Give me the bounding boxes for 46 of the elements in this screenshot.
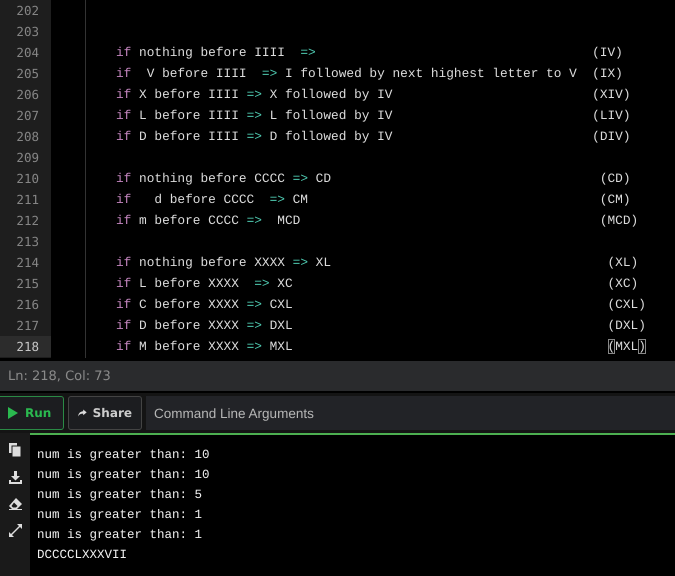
play-icon [7,406,19,420]
code-line: if C before XXXX => CXL (CXL) [116,297,646,312]
eraser-icon[interactable] [8,498,22,510]
output-line: num is greater than: 1 [37,528,202,542]
line-number: 214 [15,254,40,272]
line-number: 210 [15,170,40,188]
output-line: DCCCCLXXXVII [37,548,128,562]
line-number: 206 [15,86,40,104]
copy-icon[interactable] [9,443,21,457]
line-number: 208 [15,128,40,146]
output-line: num is greater than: 5 [37,488,202,502]
code-line: if L before XXXX => XC (XC) [116,276,638,291]
line-number: 212 [15,212,40,230]
line-number: 204 [15,44,40,62]
line-number: 205 [15,65,40,83]
line-number: 207 [15,107,40,125]
line-number: 218 [0,336,51,357]
share-button[interactable]: Share [68,396,142,430]
output-line: num is greater than: 10 [37,448,210,462]
download-icon[interactable] [8,471,22,484]
code-line: if nothing before XXXX => XL (XL) [116,255,638,270]
line-number: 217 [15,317,40,335]
code-line: if m before CCCC => MCD (MCD) [116,213,638,228]
code-line: if D before IIII => D followed by IV (DIV) [116,129,631,144]
code-line: if L before IIII => L followed by IV (LIV) [116,108,631,123]
code-line: if d before CCCC => CM (CM) [116,192,631,207]
line-number: 209 [15,149,40,167]
cursor-position: Ln: 218, Col: 73 [8,368,111,384]
share-icon [78,407,87,419]
line-number: 216 [15,296,40,314]
run-button[interactable]: Run [0,396,64,430]
code-line: if nothing before IIII => (IV) [116,45,623,60]
code-line: if M before XXXX => MXL (MXL) [116,339,646,354]
output-line: num is greater than: 10 [37,468,210,482]
code-line: if V before IIII => I followed by next highest letter to V (IX) [116,66,623,81]
line-number: 213 [15,233,40,251]
line-number: 215 [15,275,40,293]
code-line: if X before IIII => X followed by IV (XIV) [116,87,631,102]
expand-icon[interactable] [8,524,22,537]
line-number: 211 [15,191,40,209]
arguments-field[interactable]: Command Line Arguments [146,396,675,430]
output-line: num is greater than: 1 [37,508,202,522]
line-number: 203 [15,23,40,41]
line-number: 202 [15,2,40,20]
code-line: if nothing before CCCC => CD (CD) [116,171,631,186]
code-line: if D before XXXX => DXL (DXL) [116,318,646,333]
